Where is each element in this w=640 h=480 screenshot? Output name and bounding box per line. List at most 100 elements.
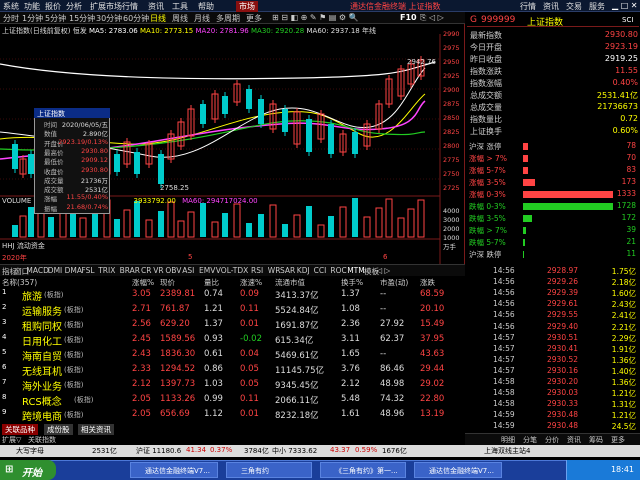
volume-bar [246, 223, 252, 237]
table-cell: 11145.75亿 [275, 366, 325, 376]
period-tab[interactable]: 15分钟 [69, 13, 95, 24]
indicator-tab[interactable]: SAR [280, 266, 295, 275]
period-tab[interactable]: 60分钟 [123, 13, 149, 24]
indicator-tab[interactable]: EMV [199, 266, 215, 275]
tick-tab[interactable]: 筹码 [589, 435, 603, 445]
price-axis-tick: 2925 [443, 72, 460, 80]
menu-service[interactable]: 服务 [589, 1, 605, 12]
menu-quotes[interactable]: 行情 [520, 1, 536, 12]
indicator-tab[interactable]: VOL-TDX [216, 266, 248, 275]
period-tab[interactable]: 更多 [246, 13, 262, 24]
period-tab-selected[interactable]: 日线 [150, 13, 166, 24]
table-row[interactable]: 5 海南自贸 (板指) 2.43 1836.30 0.61 0.04 5469.61亿 1.65… [0, 348, 465, 363]
period-tab[interactable]: 月线 [194, 13, 210, 24]
toolbar-right-icons[interactable]: ⎘ ◁ ▷ [420, 13, 444, 23]
table-row[interactable]: 7 海外业务 (板指) 2.12 1397.73 1.03 0.05 9345.45亿 2.12… [0, 378, 465, 393]
window-controls-icon[interactable]: ▁ □ ✕ [612, 1, 638, 10]
task-button[interactable]: 通达信金融终端V7... [414, 462, 502, 478]
related-index-button[interactable]: 关联指数 [28, 435, 56, 445]
period-tab[interactable]: 分时 [3, 13, 19, 24]
table-row[interactable]: 4 日用化工 (板指) 2.45 1589.56 0.93 -0.02 615.34亿 3.11… [0, 333, 465, 348]
indicator-tab[interactable]: ASI [182, 266, 194, 275]
indicator-tab[interactable]: OBV [165, 266, 181, 275]
indicator-tab[interactable]: DMA [65, 266, 82, 275]
indicator-tab[interactable]: ◁ ▷ [376, 266, 390, 275]
tab-related-news[interactable]: 相关资讯 [78, 424, 114, 435]
table-header-cell[interactable]: 涨速% [240, 277, 262, 288]
indicator-tab[interactable]: FSL [81, 266, 94, 275]
system-tray: 18:41 [566, 460, 640, 480]
tick-tab[interactable]: 资讯 [567, 435, 581, 445]
table-header-cell[interactable]: 量比 [204, 277, 219, 288]
indicator-tab[interactable]: BRAR [120, 266, 140, 275]
sector-name[interactable]: 运输服务 [22, 303, 62, 318]
table-header-cell[interactable]: 换手% [341, 277, 363, 288]
indicator-tab[interactable]: CR [141, 266, 151, 275]
table-header-cell[interactable]: 涨跌 [420, 277, 435, 288]
menu-system[interactable]: 系统 [3, 1, 19, 12]
sector-name[interactable]: 旅游 [22, 288, 42, 303]
table-row[interactable]: 6 无线耳机 (板指) 2.33 1294.52 0.86 0.05 11145.75亿 3.7… [0, 363, 465, 378]
indicator-tab[interactable]: TRIX [98, 266, 115, 275]
table-header-cell[interactable]: 现价 [160, 277, 175, 288]
table-header-cell[interactable]: 名称(357) [2, 277, 37, 288]
table-header-cell[interactable]: 流通市值 [275, 277, 305, 288]
task-button[interactable]: 通达信金融终端V7... [130, 462, 218, 478]
period-tab[interactable]: 周线 [172, 13, 188, 24]
tab-components[interactable]: 成份股 [44, 424, 73, 435]
table-row[interactable]: 8 RCS概念 (板指) 2.05 1133.26 0.99 0.11 2066.11亿 5.4… [0, 393, 465, 408]
table-row[interactable]: 2 运输服务 (板指) 2.71 761.87 1.21 0.11 5524.84亿 1.08 -… [0, 303, 465, 318]
period-tab[interactable]: 1分钟 [22, 13, 43, 24]
menu-help[interactable]: 帮助 [198, 1, 214, 12]
market-tab[interactable]: 市场 [236, 1, 258, 12]
start-button[interactable]: ⊞ 开始 [0, 460, 56, 480]
menu-ext-market[interactable]: 扩展市场行情 [90, 1, 138, 12]
menu-analysis[interactable]: 分析 [66, 1, 82, 12]
period-tab[interactable]: 5分钟 [45, 13, 66, 24]
expand-button[interactable]: 扩展▽ [2, 435, 21, 445]
tick-tab[interactable]: 分笔 [523, 435, 537, 445]
table-row[interactable]: 1 旅游 (板指) 3.05 2389.81 0.74 0.09 3413.37亿 1.37 --… [0, 288, 465, 303]
tick-tab[interactable]: 更多 [611, 435, 625, 445]
stat-label: 上证换手 [470, 127, 502, 136]
sector-name[interactable]: 跨境电商 [22, 408, 62, 423]
tab-related[interactable]: 关联品种 [2, 424, 38, 435]
menu-function[interactable]: 功能 [24, 1, 40, 12]
f10-button[interactable]: F10 [400, 13, 417, 22]
volume-bar [158, 211, 164, 237]
menu-tools[interactable]: 工具 [172, 1, 188, 12]
indicator-tab[interactable]: VR [153, 266, 163, 275]
indicator-tab[interactable]: CCI [314, 266, 327, 275]
table-cell: 0.05 [240, 364, 259, 374]
indicator-tab[interactable]: MACD [26, 266, 48, 275]
indicator-tab[interactable]: WR [268, 266, 281, 275]
sector-name[interactable]: RCS概念 [22, 393, 62, 408]
tick-tab[interactable]: 分价 [545, 435, 559, 445]
period-tab[interactable]: 多周期 [216, 13, 240, 24]
menu-trade[interactable]: 交易 [566, 1, 582, 12]
table-header-cell[interactable]: 市盈(动) [380, 277, 408, 288]
menu-news-right[interactable]: 资讯 [543, 1, 559, 12]
table-cell: 0.61 [204, 349, 223, 359]
period-tab[interactable]: 30分钟 [96, 13, 122, 24]
indicator-tab[interactable]: ROC [330, 266, 346, 275]
table-row[interactable]: 9 跨境电商 (板指) 2.05 656.69 1.12 0.01 8232.18亿 1.61 4… [0, 408, 465, 423]
tick-tab[interactable]: 明细 [501, 435, 515, 445]
indicator-tab[interactable]: DMI [48, 266, 62, 275]
sector-name[interactable]: 日用化工 [22, 333, 62, 348]
table-row[interactable]: 3 租购同权 (板指) 2.56 629.20 1.37 0.01 1691.87亿 2.36 2… [0, 318, 465, 333]
volume-bar [339, 206, 347, 238]
task-button[interactable]: 《三角有约》第一... [320, 462, 406, 478]
menu-news[interactable]: 资讯 [148, 1, 164, 12]
sector-name[interactable]: 海外业务 [22, 378, 62, 393]
indicator-tab[interactable]: RSI [251, 266, 263, 275]
tool-icons[interactable]: ⊞ ⊟ ◧ ⊕ ✎ ⚑ ▤ ⚙ 🔍 [272, 13, 359, 22]
indicator-tab[interactable]: MTM [347, 266, 365, 275]
menu-quote[interactable]: 报价 [45, 1, 61, 12]
indicator-tab[interactable]: KDJ [297, 266, 310, 275]
table-header-cell[interactable]: 涨幅% [132, 277, 154, 288]
task-button[interactable]: 三角有约 [226, 462, 312, 478]
sector-name[interactable]: 海南自贸 [22, 348, 62, 363]
sector-name[interactable]: 租购同权 [22, 318, 62, 333]
sector-name[interactable]: 无线耳机 [22, 363, 62, 378]
